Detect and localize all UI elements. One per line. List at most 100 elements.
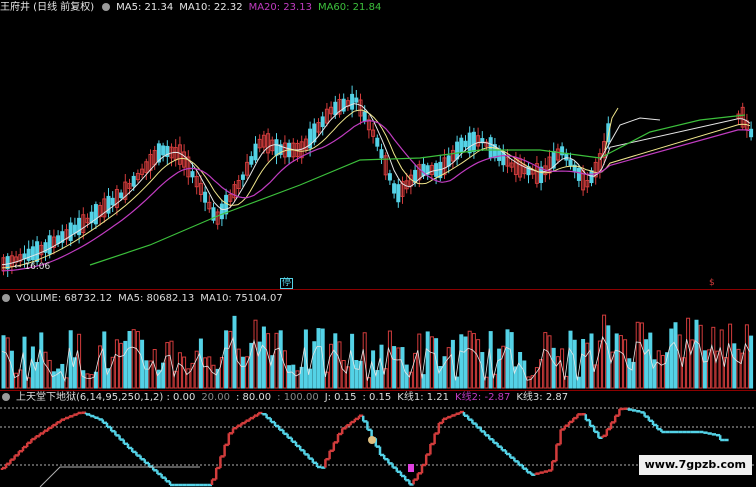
volume-ma10-label: MA10: 75104.07 <box>200 293 283 304</box>
signal-marker <box>408 464 414 472</box>
volume-bar <box>686 317 691 389</box>
volume-bar <box>1 335 6 389</box>
volume-bar <box>589 333 594 389</box>
volume-bar <box>245 356 250 389</box>
volume-bar <box>81 370 86 389</box>
candle <box>161 145 166 156</box>
candle <box>110 197 115 206</box>
indicator-settings-icon[interactable] <box>2 393 10 401</box>
candle <box>240 174 245 180</box>
candle <box>30 246 35 261</box>
volume-bar <box>614 333 619 389</box>
volume-bar <box>522 360 527 389</box>
volume-bar <box>396 347 401 389</box>
candle <box>459 137 464 153</box>
candle <box>471 131 476 152</box>
candle <box>56 235 61 244</box>
volume-bar <box>354 359 359 389</box>
candle <box>203 191 208 203</box>
candle <box>219 203 224 220</box>
volume-bar <box>669 328 674 389</box>
volume-bar <box>333 333 338 389</box>
volume-bar <box>198 338 203 389</box>
candle <box>190 171 195 178</box>
candle <box>47 235 52 255</box>
volume-bar <box>392 346 397 389</box>
volume-bar <box>639 322 644 389</box>
candle <box>362 111 367 122</box>
signal-dot-icon <box>368 436 376 444</box>
volume-bar <box>702 350 707 389</box>
indicator-k3: K线3: 2.87 <box>516 392 569 403</box>
volume-bar <box>261 326 266 389</box>
candle <box>253 143 258 161</box>
volume-bar <box>429 336 434 389</box>
volume-bar <box>442 356 447 389</box>
volume-bar <box>186 368 191 389</box>
candle <box>320 116 325 128</box>
volume-bar <box>476 339 481 389</box>
candle <box>249 156 254 165</box>
volume-bar <box>177 352 182 389</box>
volume-ma5-label: MA5: 80682.13 <box>118 293 195 304</box>
volume-bar <box>89 374 94 389</box>
low-price-label: ← 16.06 <box>14 262 51 272</box>
volume-bar <box>434 338 439 389</box>
volume-bar <box>9 350 14 389</box>
indicator-k1: K线1: 1.21 <box>397 392 450 403</box>
volume-bar <box>711 326 716 389</box>
volume-bar <box>749 335 754 389</box>
volume-bar <box>228 330 233 389</box>
volume-bar <box>144 360 149 389</box>
volume-bar <box>43 351 48 389</box>
volume-settings-icon[interactable] <box>2 294 10 302</box>
candle <box>392 183 397 194</box>
volume-bar <box>295 370 300 389</box>
candle <box>589 170 594 184</box>
candle <box>274 139 279 156</box>
volume-bar <box>526 376 531 389</box>
candlestick-chart[interactable] <box>0 0 756 487</box>
candle <box>224 194 229 215</box>
site-watermark: www.7gpzb.com <box>638 455 752 475</box>
volume-bar <box>635 321 640 389</box>
volume-bar <box>518 352 523 389</box>
volume-bar <box>287 365 292 389</box>
volume-bar <box>119 342 124 389</box>
candle <box>77 217 82 236</box>
volume-bar <box>203 357 208 389</box>
volume-bar <box>219 357 224 389</box>
candle <box>93 204 98 225</box>
candle <box>72 224 77 234</box>
volume-bar <box>593 364 598 389</box>
volume-bar <box>114 339 119 389</box>
candle <box>413 169 418 183</box>
volume-bar <box>253 319 258 389</box>
volume-bar <box>135 331 140 389</box>
candle <box>375 137 380 147</box>
candle <box>463 140 468 148</box>
candle <box>576 167 581 181</box>
volume-bar <box>30 346 35 389</box>
candle <box>467 132 472 154</box>
volume-bar <box>182 356 187 389</box>
candle <box>354 97 359 103</box>
volume-bar <box>555 356 560 389</box>
volume-bar <box>467 330 472 389</box>
volume-bar <box>568 330 573 389</box>
volume-bar <box>732 343 737 389</box>
indicator-level-20: 20.00 <box>201 392 230 403</box>
volume-bar <box>656 350 661 389</box>
volume-bar <box>312 341 317 389</box>
volume-bar <box>240 356 245 389</box>
volume-bar <box>547 335 552 389</box>
volume-bar <box>644 339 649 389</box>
indicator-j: J: 0.15 <box>324 392 357 403</box>
indicator-formula: 上天堂下地狱(6,14,95,250,1,2) : 0.00 <box>16 392 196 403</box>
indicator-value: : 0.15 <box>362 392 392 403</box>
volume-bar <box>459 334 464 389</box>
volume-bar <box>463 336 468 389</box>
candle <box>387 173 392 181</box>
candle <box>350 93 355 110</box>
candle <box>119 192 124 199</box>
